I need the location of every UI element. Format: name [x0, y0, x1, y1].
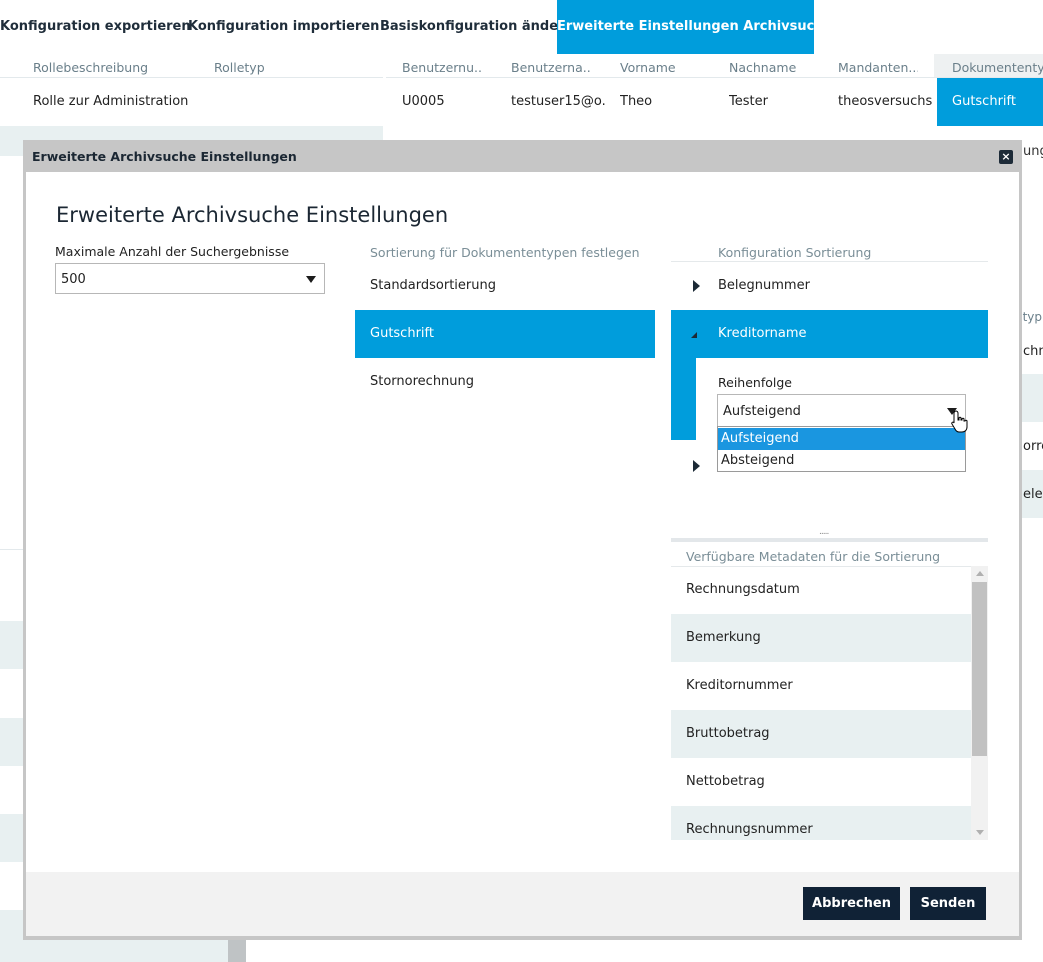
list-item[interactable]: Nettobetrag	[671, 758, 971, 806]
list-item[interactable]: Bruttobetrag	[671, 710, 971, 758]
list-item[interactable]: Kreditornummer	[671, 662, 971, 710]
order-option-absteigend[interactable]: Absteigend	[718, 450, 965, 472]
table-row[interactable]	[0, 814, 25, 862]
tab-konfiguration-exportieren[interactable]: Konfiguration exportieren	[0, 0, 191, 54]
page-title: Erweiterte Archivsuche Einstellungen	[56, 203, 449, 227]
advanced-archive-search-dialog: Erweiterte Archivsuche Einstellungen × E…	[23, 140, 1022, 940]
dialog-footer: Abbrechen Senden	[26, 872, 1019, 936]
grid-cell-mandant[interactable]: theosversuchs...	[838, 94, 933, 109]
column-header-vorname[interactable]: Vorname	[620, 54, 676, 78]
config-item-kreditorname[interactable]: Kreditorname	[671, 310, 988, 358]
order-options-list: Aufsteigend Absteigend	[717, 426, 966, 472]
expand-icon[interactable]	[693, 280, 700, 292]
scroll-down-icon[interactable]	[976, 830, 984, 835]
column-header-benutzernummer[interactable]: Benutzernu...	[402, 54, 482, 78]
column-header-rolletyp[interactable]: Rolletyp	[214, 54, 265, 78]
column-header-nachname[interactable]: Nachname	[729, 54, 796, 78]
grid-cell-fragment: ung	[1023, 144, 1043, 159]
scroll-up-icon[interactable]	[976, 571, 984, 576]
max-results-value: 500	[61, 272, 86, 287]
list-item[interactable]: Rechnungsnummer	[671, 806, 971, 840]
max-results-label: Maximale Anzahl der Suchergebnisse	[55, 244, 290, 259]
dialog-body: Erweiterte Archivsuche Einstellungen Max…	[26, 172, 1019, 872]
chevron-down-icon	[306, 276, 316, 283]
max-results-select[interactable]: 500	[55, 263, 325, 294]
list-item[interactable]: Rechnungsdatum	[671, 566, 971, 614]
order-select-value: Aufsteigend	[723, 404, 801, 419]
column-header-dokumententyp[interactable]: Dokumententyp	[952, 54, 1043, 78]
splitter-grip: .....	[819, 527, 829, 537]
submit-button[interactable]: Senden	[910, 887, 986, 920]
list-item-label: Gutschrift	[370, 326, 434, 341]
order-select[interactable]: Aufsteigend	[717, 394, 966, 427]
order-option-aufsteigend[interactable]: Aufsteigend	[718, 428, 965, 450]
scrollbar-thumb[interactable]	[972, 582, 987, 756]
list-item-label: Standardsortierung	[370, 278, 496, 293]
doc-type-gutschrift[interactable]: Gutschrift	[355, 310, 655, 358]
config-item-belegnummer[interactable]: Belegnummer	[671, 262, 988, 310]
grid-cell-dokumententyp[interactable]: Gutschrift	[937, 78, 1043, 126]
table-row[interactable]	[0, 621, 25, 669]
grid-cell-nachname[interactable]: Tester	[729, 94, 768, 109]
config-item-label: Kreditorname	[718, 326, 807, 341]
grid-cell-fragment: orre	[1023, 439, 1043, 454]
table-row[interactable]	[0, 718, 25, 766]
top-toolbar: Konfiguration exportieren Konfiguration …	[0, 0, 1043, 54]
tab-erweiterte-einstellungen-archivsuche[interactable]: Erweiterte Einstellungen Archivsuche	[557, 0, 832, 54]
collapse-icon[interactable]	[691, 332, 697, 338]
list-item-label: Stornorechnung	[370, 374, 475, 389]
grid-cell-benutzername[interactable]: testuser15@o...	[511, 94, 606, 109]
column-header-mandant[interactable]: Mandanten...	[838, 54, 918, 78]
config-item-label: Belegnummer	[718, 278, 810, 293]
cancel-button[interactable]: Abbrechen	[803, 887, 900, 920]
grid-cell-fragment: chnu	[1023, 344, 1043, 359]
scrollbar[interactable]	[971, 566, 988, 840]
grid-cell-fragment: eleg	[1023, 487, 1043, 502]
grid-cell-label: Gutschrift	[952, 94, 1016, 109]
grid-cell-rollebeschreibung[interactable]: Rolle zur Administration	[33, 94, 188, 109]
order-label: Reihenfolge	[718, 375, 792, 390]
splitter-handle[interactable]	[671, 538, 988, 542]
grid-cell-vorname[interactable]: Theo	[620, 94, 652, 109]
column-header-rollebeschreibung[interactable]: Rollebeschreibung	[33, 54, 148, 78]
hand-cursor-icon	[951, 410, 968, 433]
metadata-header: Verfügbare Metadaten für die Sortierung	[686, 549, 941, 564]
close-button[interactable]: ×	[999, 150, 1013, 164]
column-header-benutzername[interactable]: Benutzerna...	[511, 54, 591, 78]
metadata-list: Rechnungsdatum Bemerkung Kreditornummer …	[671, 566, 988, 840]
divider	[0, 77, 383, 78]
list-item[interactable]: Bemerkung	[671, 614, 971, 662]
doc-types-header: Sortierung für Dokumententypen festlegen	[370, 245, 640, 260]
dialog-title: Erweiterte Archivsuche Einstellungen	[32, 149, 297, 164]
tab-konfiguration-importieren[interactable]: Konfiguration importieren	[188, 0, 379, 54]
tab-basiskonfiguration-aendern[interactable]: Basiskonfiguration ändern	[380, 0, 574, 54]
close-icon: ×	[1001, 150, 1011, 163]
doc-type-stornorechnung[interactable]: Stornorechnung	[355, 358, 655, 406]
grid-cell-benutzernummer[interactable]: U0005	[402, 94, 445, 109]
config-header: Konfiguration Sortierung	[718, 245, 872, 260]
doc-type-standardsortierung[interactable]: Standardsortierung	[355, 262, 655, 310]
expand-icon[interactable]	[693, 460, 700, 472]
